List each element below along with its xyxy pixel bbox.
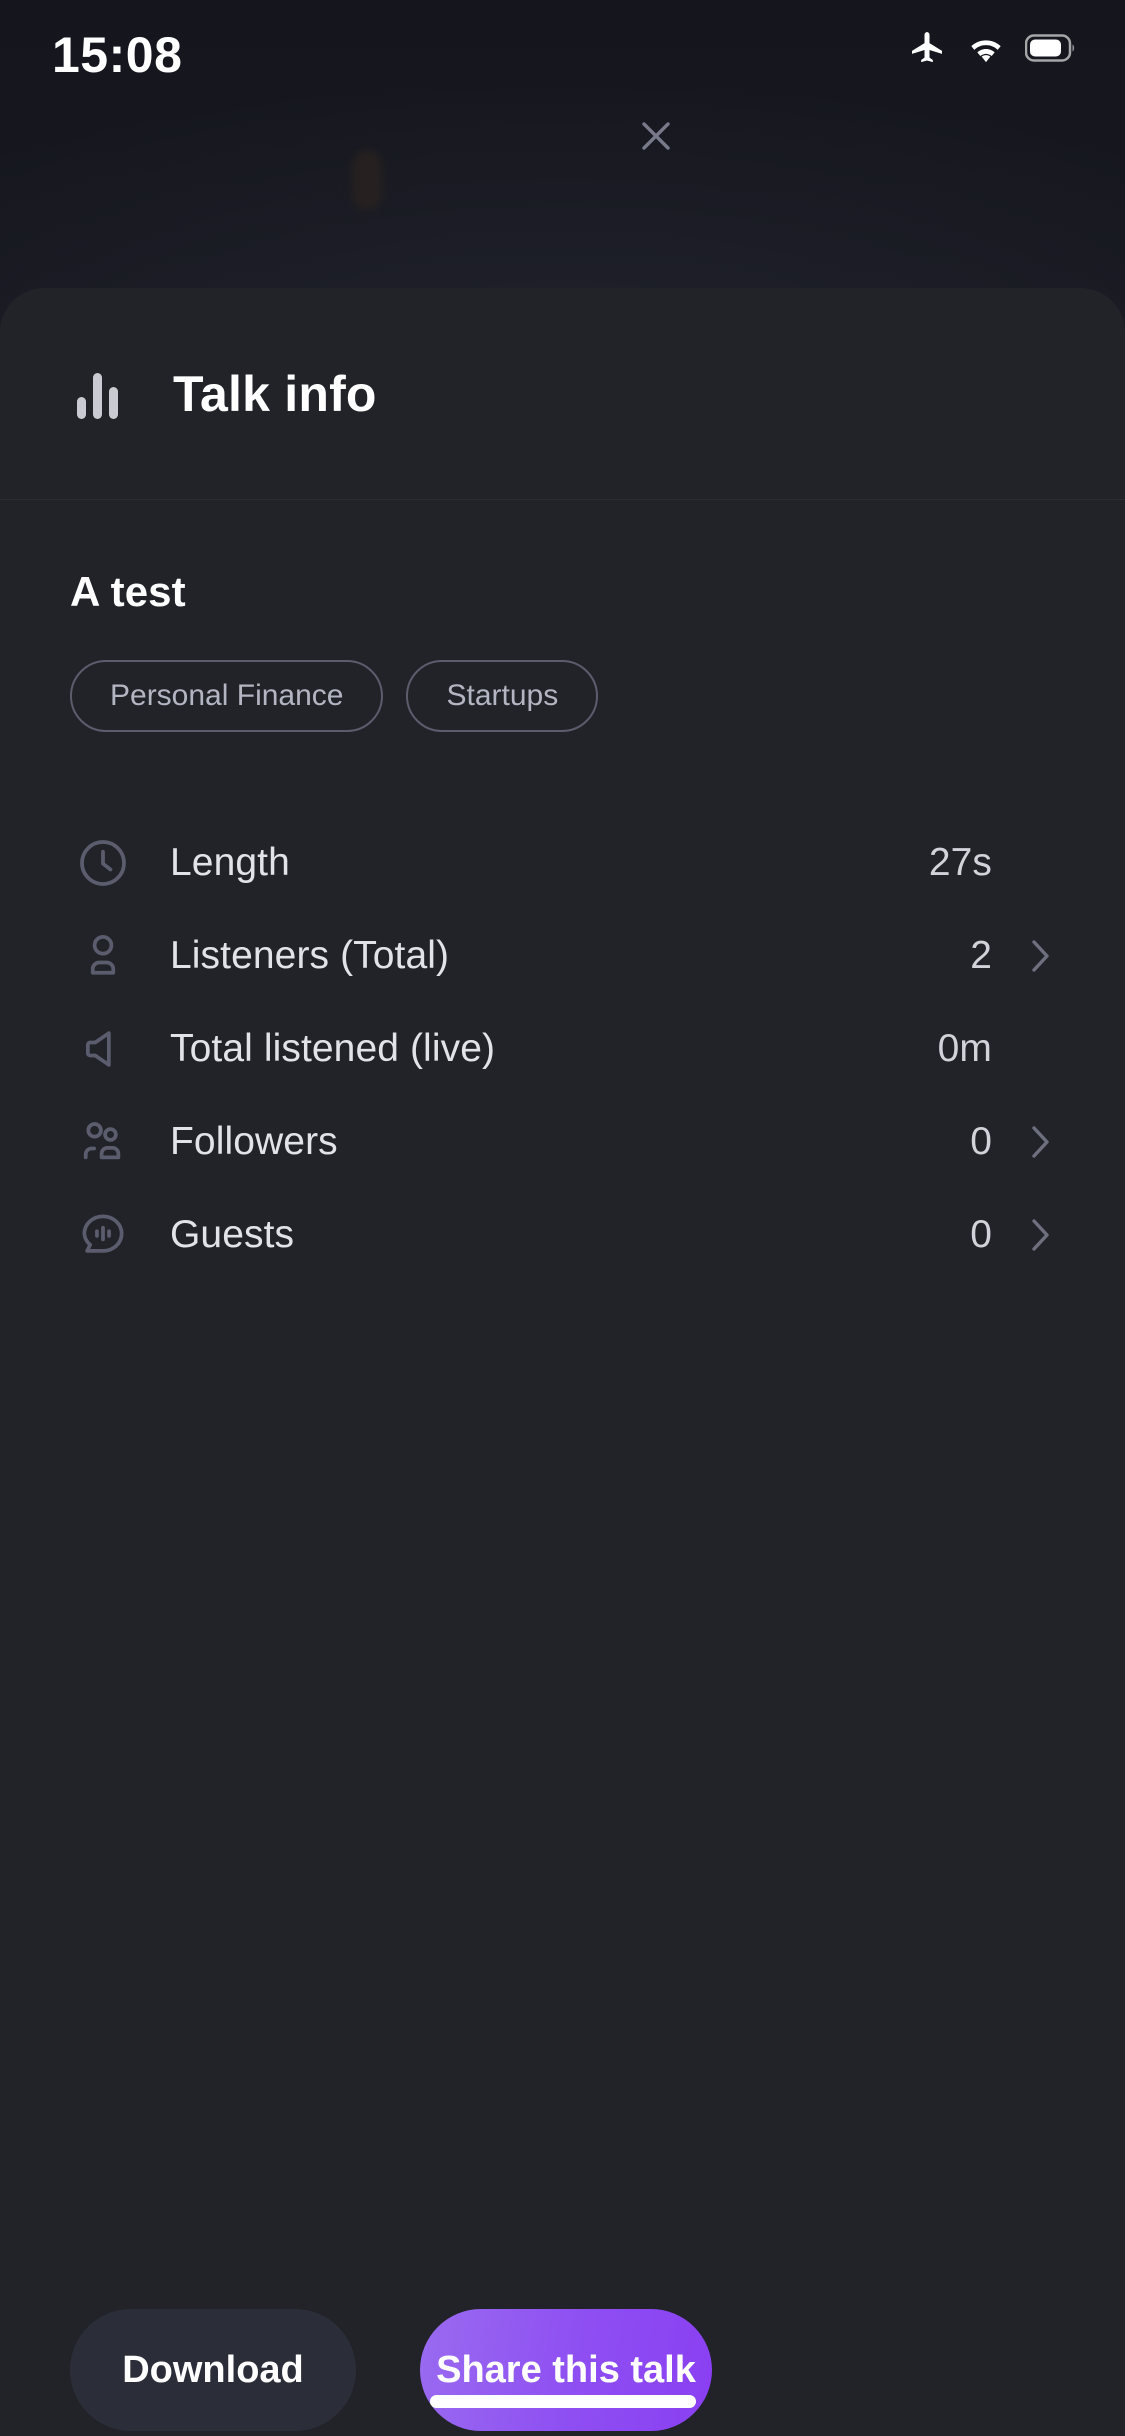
bar-chart-icon [77,369,121,419]
person-icon [74,927,132,985]
chevron-right-icon[interactable] [1025,936,1055,976]
talk-stats-list: Length 27s Listeners (Total) 2 Total lis… [70,816,1055,1281]
share-this-talk-button[interactable]: Share this talk [420,2309,712,2431]
stat-row-length: Length 27s [70,816,1055,909]
sheet-footer-actions: Download Share this talk [0,2309,1125,2431]
stat-row-followers[interactable]: Followers 0 [70,1095,1055,1188]
sheet-body: A test Personal Finance Startups Length … [0,500,1125,1281]
stat-row-listeners[interactable]: Listeners (Total) 2 [70,909,1055,1002]
status-bar: 15:08 [0,0,1125,132]
talk-tag-startups[interactable]: Startups [406,660,599,732]
stat-value-followers: 0 [970,1119,992,1163]
bar-chart-bar-3 [109,386,118,419]
stat-chevron-length-placeholder [1025,843,1055,883]
battery-icon [1024,34,1077,67]
bar-chart-bar-2 [93,372,102,419]
stat-label-total-listened: Total listened (live) [170,1026,496,1070]
stat-label-guests: Guests [170,1212,295,1256]
talk-tag-personal-finance[interactable]: Personal Finance [70,660,384,732]
stat-row-total-listened: Total listened (live) 0m [70,1002,1055,1095]
stat-label-followers: Followers [170,1119,338,1163]
people-icon [74,1113,132,1171]
phone-screen: 15:08 Talk info A test Personal Finance … [0,0,1125,2436]
talk-title: A test [70,568,186,615]
chevron-right-icon[interactable] [1025,1122,1055,1162]
clock-icon [74,834,132,892]
stat-label-length: Length [170,840,290,884]
stat-value-guests: 0 [970,1212,992,1256]
stat-label-listeners: Listeners (Total) [170,933,450,977]
megaphone-icon [74,1020,132,1078]
talk-tag-list: Personal Finance Startups [70,660,1055,732]
stat-value-listeners: 2 [970,933,992,977]
sheet-header: Talk info [0,288,1125,500]
chevron-right-icon[interactable] [1025,1215,1055,1255]
status-bar-clock: 15:08 [52,27,183,83]
stat-value-length: 27s [928,840,992,884]
talk-info-sheet: Talk info A test Personal Finance Startu… [0,288,1125,2436]
speech-bubble-voice-icon [74,1206,132,1264]
stat-row-guests[interactable]: Guests 0 [70,1188,1055,1281]
status-bar-icons [907,28,1077,73]
wifi-icon [966,28,1006,73]
bar-chart-bar-1 [77,396,86,419]
download-button[interactable]: Download [70,2309,356,2431]
airplane-mode-icon [907,28,947,73]
sheet-title: Talk info [173,365,377,422]
home-indicator[interactable] [429,2395,696,2408]
stat-value-total-listened: 0m [937,1026,992,1070]
backdrop-blob-decoration [352,150,382,210]
stat-chevron-total-listened-placeholder [1025,1029,1055,1069]
